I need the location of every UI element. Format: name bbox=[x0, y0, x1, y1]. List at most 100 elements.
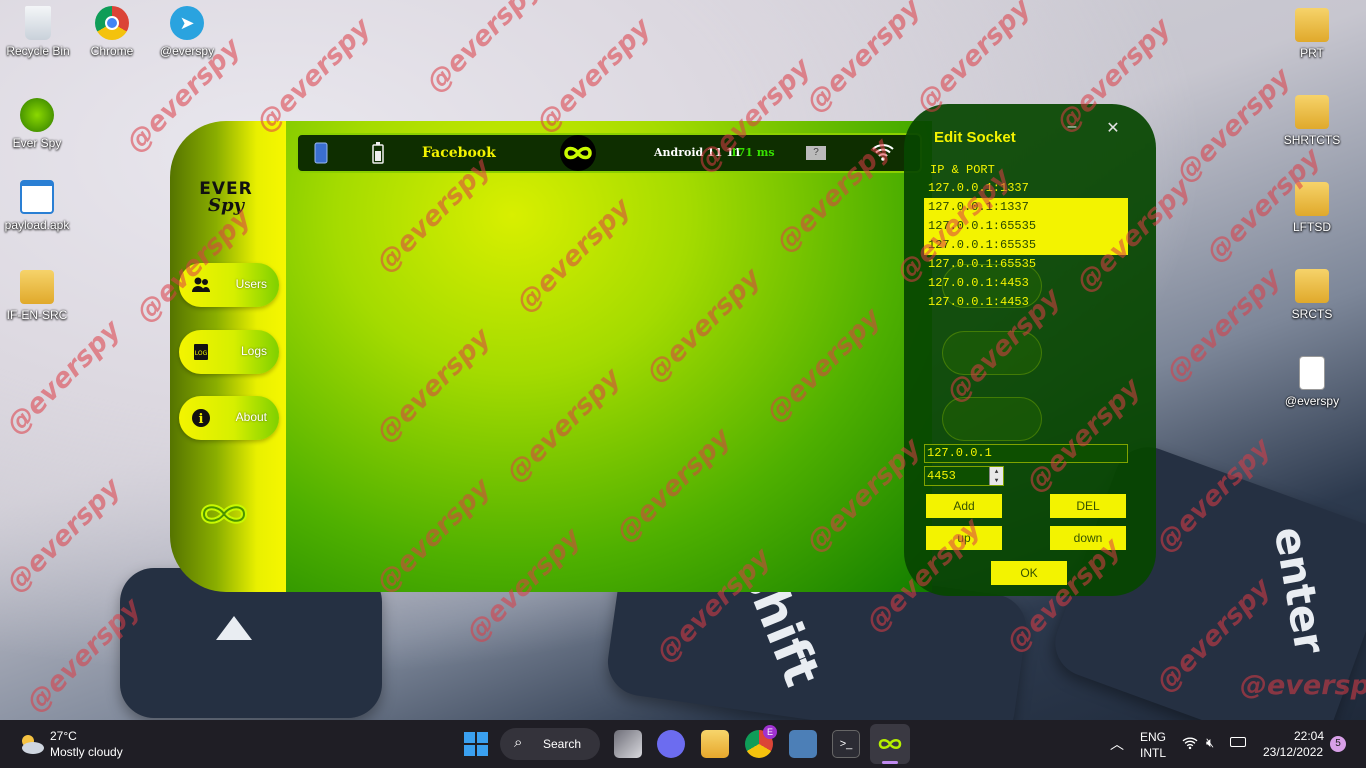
desktop-icon-ever-spy[interactable]: Ever Spy bbox=[1, 98, 73, 150]
notification-badge[interactable]: 5 bbox=[1330, 736, 1346, 752]
port-spin-buttons[interactable]: ▲ ▼ bbox=[989, 467, 1003, 485]
log-file-icon: LOG bbox=[194, 344, 208, 360]
nav-about-label: About bbox=[235, 410, 267, 424]
enter-key-label: enter bbox=[1264, 523, 1336, 658]
phone-icon bbox=[314, 142, 328, 164]
up-button[interactable]: up bbox=[926, 526, 1002, 550]
folder-icon bbox=[1295, 8, 1329, 42]
ip-input[interactable]: 127.0.0.1 bbox=[924, 444, 1128, 463]
wifi-icon bbox=[872, 144, 894, 161]
language-top[interactable]: ENG bbox=[1140, 730, 1166, 744]
spin-up-icon[interactable]: ▲ bbox=[990, 467, 1003, 476]
desktop-icon-srcts[interactable]: SRCTS bbox=[1276, 269, 1348, 321]
weather-temperature: 27°C bbox=[50, 729, 77, 743]
desktop-icon-payload-apk[interactable]: payload.apk bbox=[1, 180, 73, 232]
dialog-title: Edit Socket bbox=[934, 129, 1016, 146]
infinity-icon bbox=[560, 135, 596, 171]
port-input-value: 4453 bbox=[927, 469, 956, 483]
desktop-icon-label: payload.apk bbox=[4, 218, 70, 232]
folder-icon bbox=[1295, 269, 1329, 303]
desktop-icon-label: Recycle Bin bbox=[6, 44, 70, 58]
socket-list-item[interactable]: 127.0.0.1:65535 bbox=[924, 236, 1128, 255]
desktop-icon-label: @everspy bbox=[1284, 394, 1340, 408]
desktop-icon-recycle-bin[interactable]: Recycle Bin bbox=[2, 6, 74, 58]
chevron-up-icon[interactable]: ︿ bbox=[1110, 734, 1124, 754]
apk-file-icon bbox=[20, 180, 54, 214]
file-explorer-icon[interactable] bbox=[701, 730, 729, 758]
desktop-icon-shrtcts[interactable]: SHRTCTS bbox=[1276, 95, 1348, 147]
desktop-icon-lftsd[interactable]: LFTSD bbox=[1276, 182, 1348, 234]
watermark: @everspy bbox=[0, 472, 127, 599]
chrome-icon bbox=[95, 6, 129, 40]
ok-button[interactable]: OK bbox=[991, 561, 1067, 585]
del-button[interactable]: DEL bbox=[1050, 494, 1126, 518]
nav-about-button[interactable]: i About bbox=[179, 396, 279, 440]
svg-text:LOG: LOG bbox=[195, 350, 208, 357]
resource-monitor-icon[interactable] bbox=[789, 730, 817, 758]
taskbar: 27°C Mostly cloudy ⌕ Search E >_ ︿ ENG I… bbox=[0, 720, 1366, 768]
watermark: @everspy bbox=[800, 0, 927, 119]
socket-list-item[interactable]: 127.0.0.1:65535 bbox=[924, 217, 1128, 236]
desktop-icon-label: SHRTCTS bbox=[1283, 133, 1341, 147]
infinity-taskbar-icon bbox=[878, 739, 902, 749]
desktop-icon-everspy-txt[interactable]: @everspy bbox=[1276, 356, 1348, 408]
add-button[interactable]: Add bbox=[926, 494, 1002, 518]
info-icon: i bbox=[192, 409, 210, 427]
arrow-icon bbox=[216, 616, 252, 640]
search-box[interactable]: ⌕ Search bbox=[500, 728, 600, 760]
nav-logs-label: Logs bbox=[240, 344, 267, 358]
nav-logs-button[interactable]: LOG Logs bbox=[179, 330, 279, 374]
port-stepper[interactable]: 4453 ▲ ▼ bbox=[924, 466, 1004, 486]
main-content-area: Facebook Android 11 11 171 ms ? bbox=[286, 121, 932, 592]
folder-icon bbox=[1295, 182, 1329, 216]
task-view-icon[interactable] bbox=[614, 730, 642, 758]
device-status-bar: Facebook Android 11 11 171 ms ? bbox=[296, 133, 922, 173]
folder-icon bbox=[20, 270, 54, 304]
socket-list-item[interactable]: 127.0.0.1:1337 bbox=[924, 179, 1128, 198]
volume-muted-icon[interactable]: 🔇︎ bbox=[1206, 735, 1214, 751]
watermark: @everspy bbox=[1160, 262, 1287, 389]
minimize-icon[interactable]: – bbox=[1062, 118, 1082, 136]
socket-list-item[interactable]: 127.0.0.1:65535 bbox=[924, 255, 1128, 274]
target-app-name: Facebook bbox=[422, 145, 496, 161]
desktop-icon-prt[interactable]: PRT bbox=[1276, 8, 1348, 60]
search-icon: ⌕ bbox=[514, 734, 523, 751]
socket-list-item[interactable]: 127.0.0.1:4453 bbox=[924, 274, 1128, 293]
desktop-icon-label: Ever Spy bbox=[12, 136, 62, 150]
teams-chat-icon[interactable] bbox=[657, 730, 685, 758]
folder-icon bbox=[1295, 95, 1329, 129]
desktop-icon-if-en-src[interactable]: IF-EN-SRC bbox=[1, 270, 73, 322]
desktop-icon-telegram[interactable]: ➤ @everspy bbox=[151, 6, 223, 58]
active-app-indicator bbox=[882, 761, 898, 764]
clock-time[interactable]: 22:04 bbox=[1294, 729, 1324, 743]
recycle-bin-icon bbox=[25, 6, 51, 40]
battery-icon bbox=[372, 142, 384, 164]
close-icon[interactable]: ✕ bbox=[1103, 118, 1123, 138]
chrome-taskbar-icon[interactable]: E bbox=[745, 725, 777, 758]
clock-date[interactable]: 23/12/2022 bbox=[1263, 745, 1323, 759]
socket-list-item[interactable]: 127.0.0.1:4453 bbox=[924, 293, 1128, 312]
everspy-taskbar-button[interactable] bbox=[870, 724, 910, 764]
ping-latency: 171 ms bbox=[730, 146, 775, 159]
down-button[interactable]: down bbox=[1050, 526, 1126, 550]
nav-users-button[interactable]: Users bbox=[179, 263, 279, 307]
help-button[interactable]: ? bbox=[806, 146, 826, 160]
socket-list-item[interactable]: 127.0.0.1:1337 bbox=[924, 198, 1128, 217]
spin-down-icon[interactable]: ▼ bbox=[990, 476, 1003, 485]
desktop-icon-chrome[interactable]: Chrome bbox=[76, 6, 148, 58]
battery-tray-icon[interactable] bbox=[1230, 737, 1246, 747]
search-label: Search bbox=[543, 737, 582, 751]
weather-widget[interactable]: 27°C Mostly cloudy bbox=[14, 726, 154, 762]
terminal-icon[interactable]: >_ bbox=[832, 730, 860, 758]
desktop-icon-label: PRT bbox=[1300, 46, 1324, 60]
language-bottom[interactable]: INTL bbox=[1140, 746, 1166, 760]
socket-list[interactable]: 127.0.0.1:1337 127.0.0.1:1337 127.0.0.1:… bbox=[924, 179, 1128, 312]
ip-input-value: 127.0.0.1 bbox=[927, 446, 992, 460]
start-button[interactable] bbox=[464, 732, 488, 756]
nav-users-label: Users bbox=[235, 277, 267, 291]
edit-socket-dialog: Edit Socket – ✕ IP & PORT 127.0.0.1:1337… bbox=[904, 104, 1156, 596]
socket-list-header: IP & PORT bbox=[930, 163, 995, 177]
wifi-tray-icon[interactable] bbox=[1182, 736, 1198, 750]
desktop-icon-label: LFTSD bbox=[1292, 220, 1331, 234]
desktop-icon-label: IF-EN-SRC bbox=[6, 308, 68, 322]
